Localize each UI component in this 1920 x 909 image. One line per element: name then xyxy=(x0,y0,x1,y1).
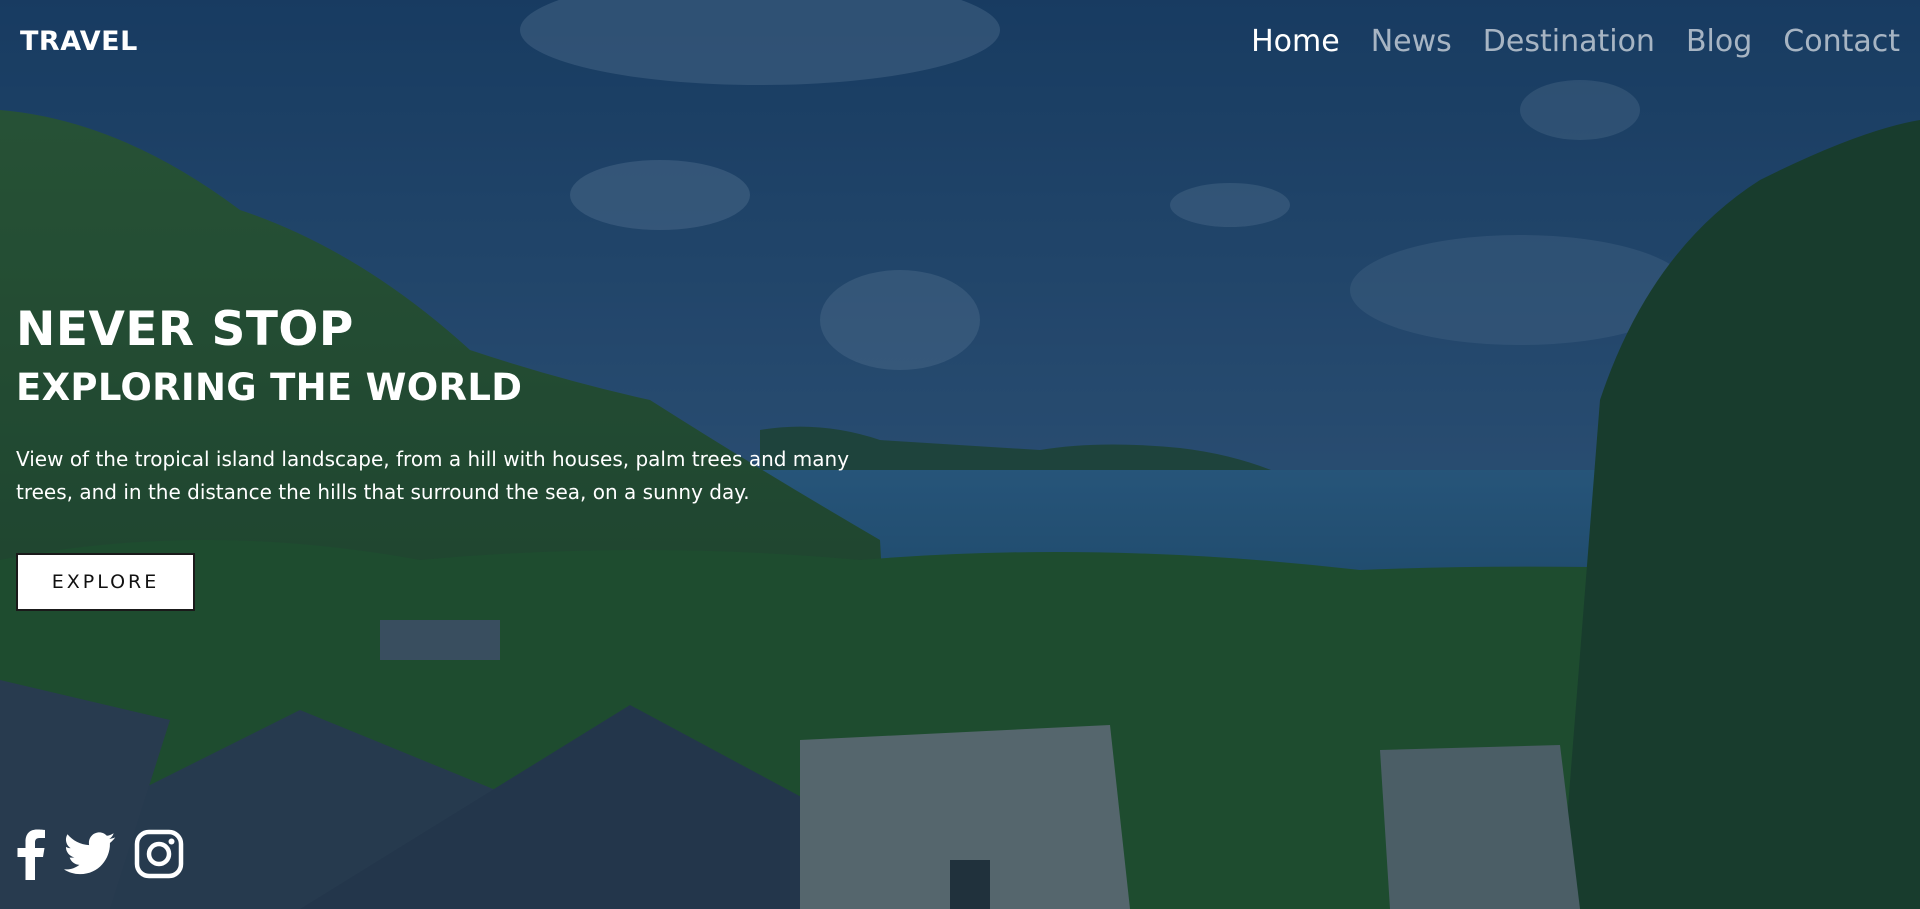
hero-subtitle: EXPLORING THE WORLD xyxy=(16,366,523,409)
nav-blog[interactable]: Blog xyxy=(1686,24,1752,59)
nav-contact[interactable]: Contact xyxy=(1783,24,1900,59)
hero-content: NEVER STOP EXPLORING THE WORLD View of t… xyxy=(16,300,916,611)
explore-button[interactable]: EXPLORE xyxy=(16,553,195,611)
social-links xyxy=(16,828,184,884)
nav-destination[interactable]: Destination xyxy=(1483,24,1655,59)
twitter-icon[interactable] xyxy=(64,832,116,880)
nav-home[interactable]: Home xyxy=(1251,24,1340,59)
site-header: TRAVEL Home News Destination Blog Contac… xyxy=(0,0,1920,82)
hero-title: NEVER STOP xyxy=(16,302,354,357)
instagram-icon[interactable] xyxy=(134,829,184,883)
nav-news[interactable]: News xyxy=(1371,24,1452,59)
logo[interactable]: TRAVEL xyxy=(20,26,138,57)
hero-description: View of the tropical island landscape, f… xyxy=(16,447,850,504)
main-nav: Home News Destination Blog Contact xyxy=(1251,24,1900,59)
facebook-icon[interactable] xyxy=(16,828,46,884)
